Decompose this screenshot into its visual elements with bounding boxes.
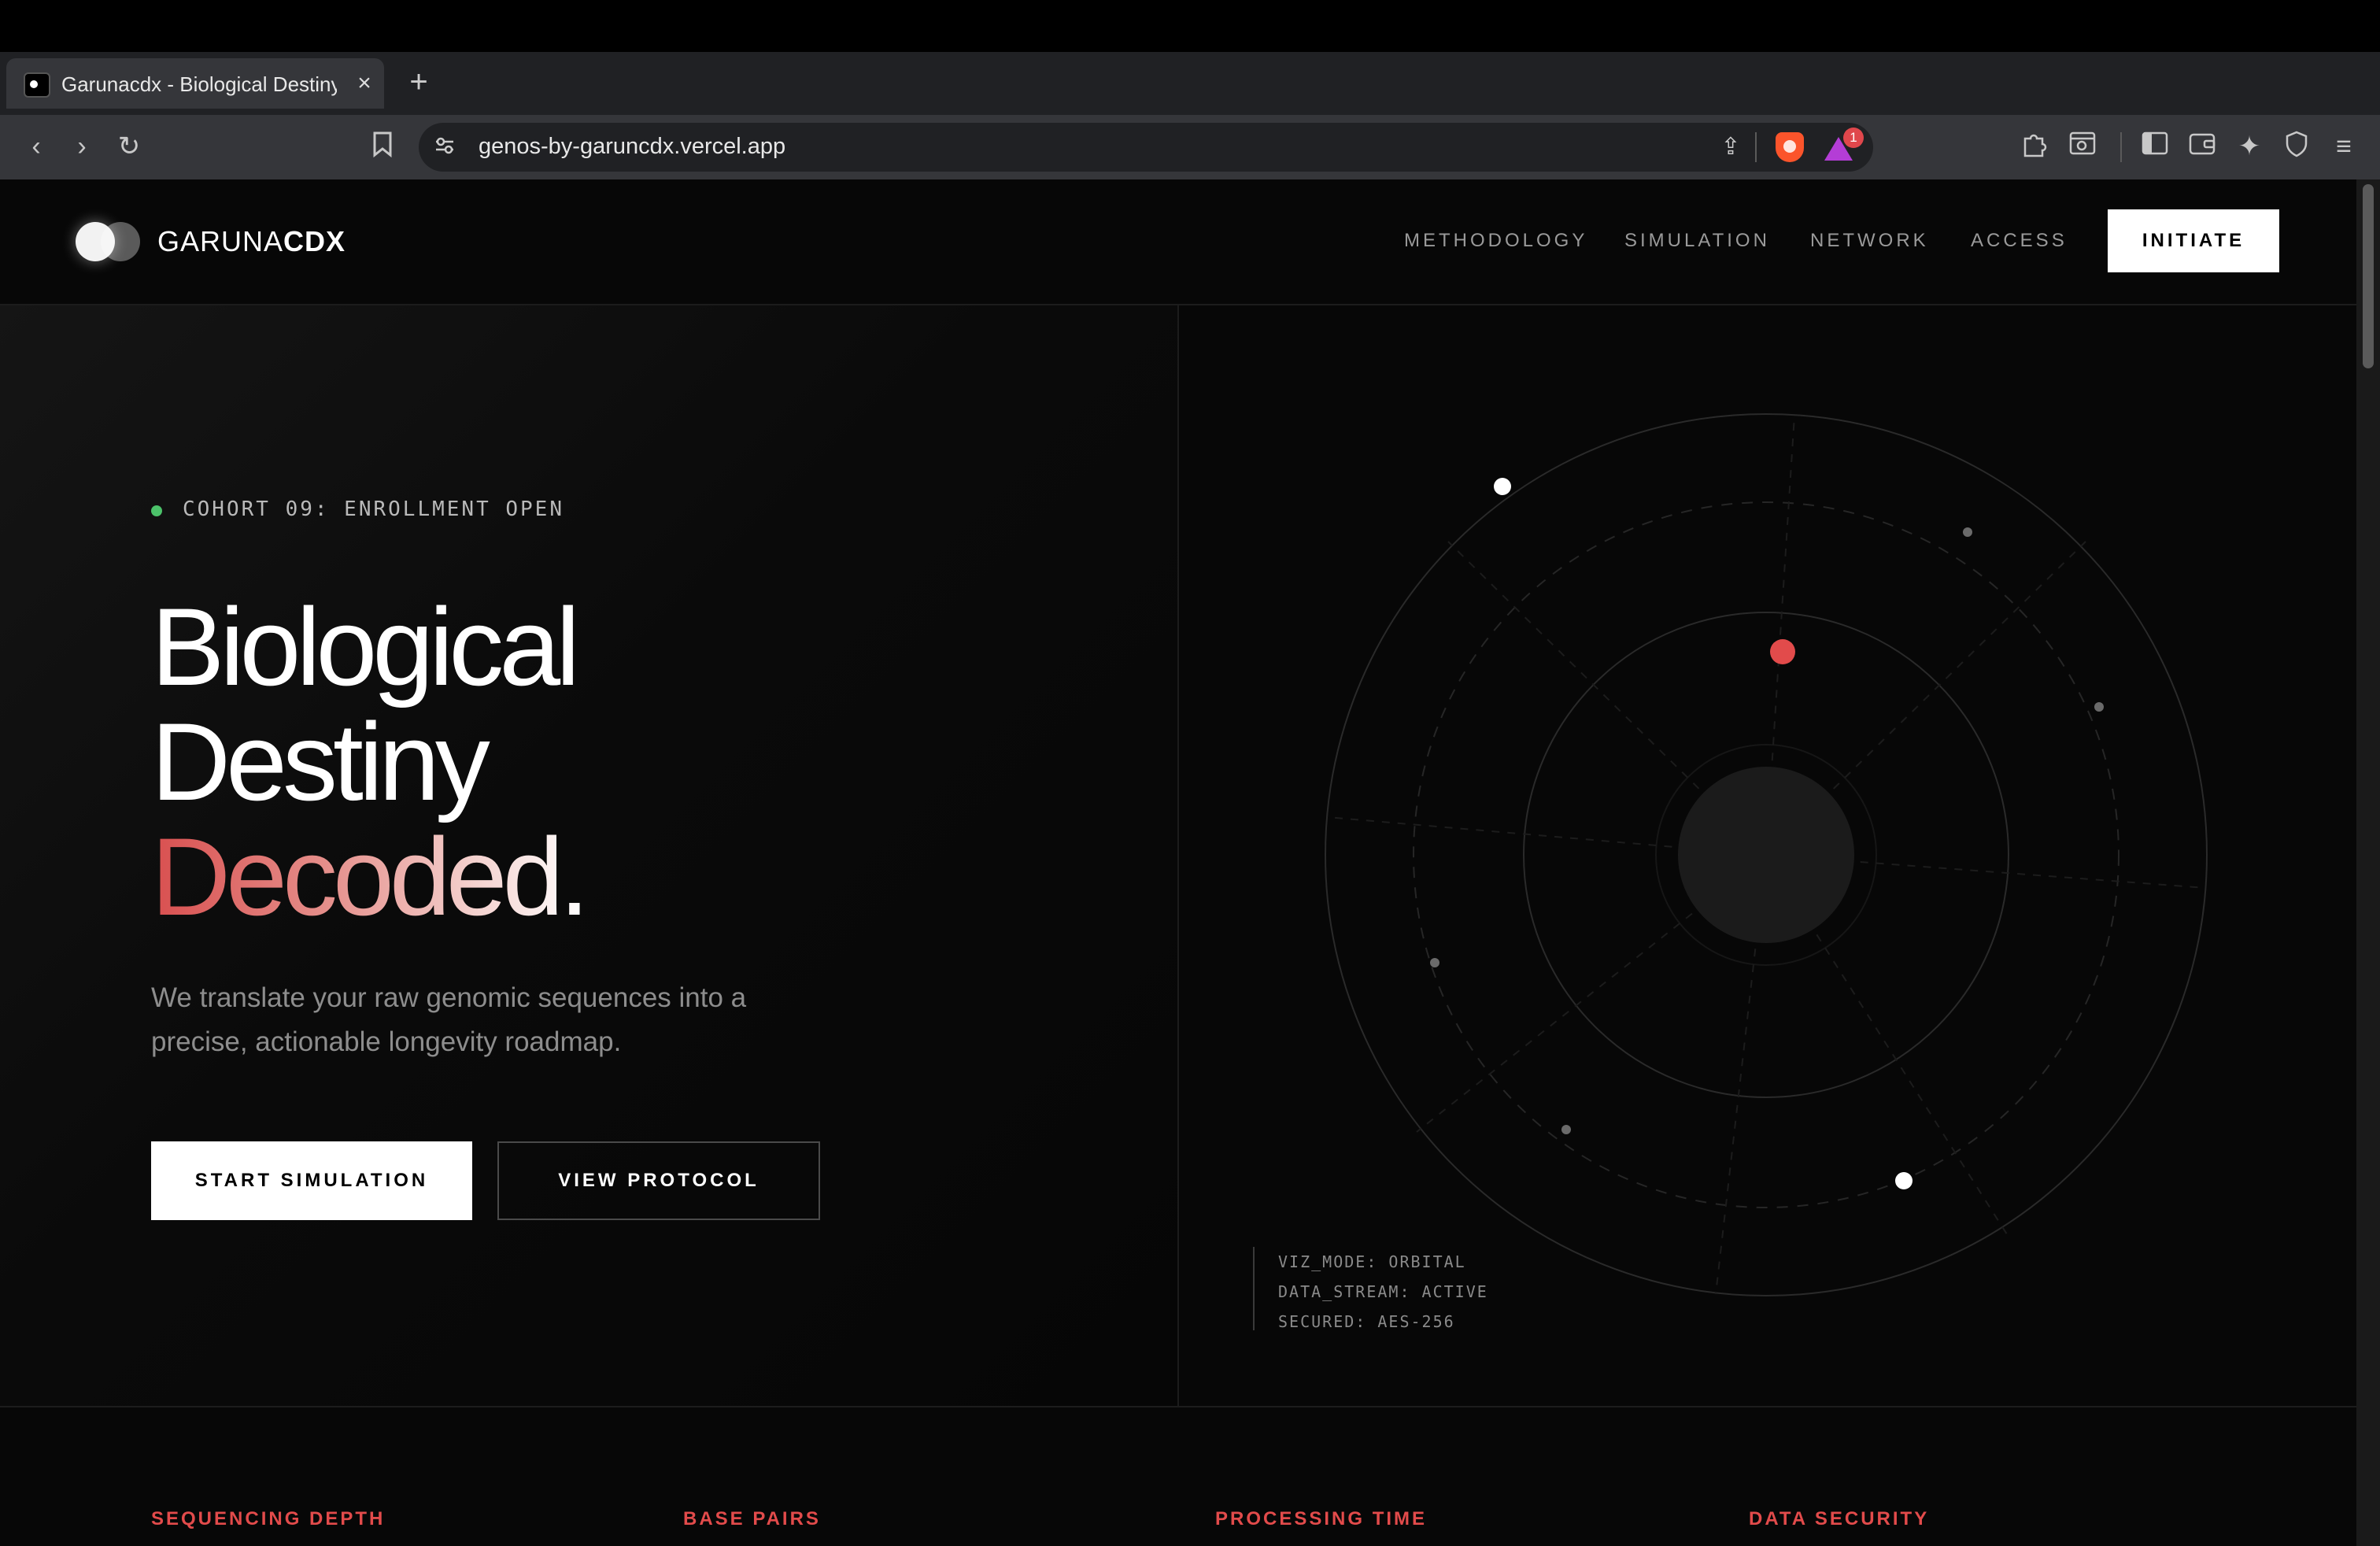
stat-label-sequencing-depth: SEQUENCING DEPTH [151,1508,386,1529]
satellite-node-grey-1 [1963,527,1972,537]
status-dot [151,505,162,516]
nav-link-simulation[interactable]: SIMULATION [1624,230,1770,252]
site-header: GARUNACDX METHODOLOGY SIMULATION NETWORK… [0,179,2356,305]
nav-link-access[interactable]: ACCESS [1971,230,2068,252]
viz-readout: VIZ_MODE: ORBITAL DATA_STREAM: ACTIVE SE… [1253,1247,1488,1331]
satellite-node-white-2 [1895,1172,1913,1189]
rewards-badge: 1 [1843,128,1864,148]
browser-toolbar: ‹ › ↻ genos-by-garuncdx.vercel.app ⇪ 1 ✦… [0,115,2380,179]
close-tab-icon[interactable]: × [353,69,376,98]
menu-icon[interactable]: ≡ [2328,131,2360,162]
omnibox-separator [1755,132,1757,162]
core-node [1678,767,1854,943]
logo-wordmark[interactable]: GARUNACDX [157,225,346,258]
site-favicon-icon [24,72,50,98]
nav-link-methodology[interactable]: METHODOLOGY [1404,230,1587,252]
stat-label-base-pairs: BASE PAIRS [683,1508,821,1529]
stat-label-processing-time: PROCESSING TIME [1215,1508,1428,1529]
readout-secured: SECURED: AES-256 [1278,1312,1455,1331]
scrollbar-thumb[interactable] [2363,184,2374,368]
start-simulation-button[interactable]: START SIMULATION [151,1141,472,1220]
toolbar-separator [2120,132,2122,162]
browser-tab-active[interactable]: Garunacdx - Biological Destiny × [6,58,384,109]
web-page: GARUNACDX METHODOLOGY SIMULATION NETWORK… [0,179,2356,1546]
hero-title-line-2: Destiny [151,700,490,823]
new-tab-icon[interactable]: + [405,65,433,99]
stat-label-data-security: DATA SECURITY [1749,1508,1930,1529]
forward-icon[interactable]: › [66,131,98,162]
satellite-node-red [1770,639,1795,664]
window-titlebar [0,0,2380,52]
hero-title-line-3: Decoded. [151,815,589,938]
url-text: genos-by-garuncdx.vercel.app [479,134,786,159]
sidebar-icon[interactable] [2139,131,2171,162]
vpn-shield-icon[interactable] [2281,131,2312,162]
brave-shields-icon[interactable] [1776,132,1804,162]
back-icon[interactable]: ‹ [20,131,52,162]
bookmark-icon[interactable] [367,131,398,162]
share-icon[interactable]: ⇪ [1716,132,1746,162]
page-scrollbar[interactable] [2356,179,2380,1546]
enrollment-status: COHORT 09: ENROLLMENT OPEN [183,497,564,521]
readout-data-stream: DATA_STREAM: ACTIVE [1278,1282,1488,1301]
satellite-node-white-1 [1494,478,1511,495]
reader-mode-icon[interactable] [2067,131,2098,162]
reload-icon[interactable]: ↻ [113,131,145,162]
tab-title: Garunacdx - Biological Destiny [61,72,337,96]
satellite-node-grey-3 [1430,958,1439,967]
satellite-node-grey-2 [2094,702,2104,712]
wallet-icon[interactable] [2186,131,2218,162]
hero-title-line-1: Biological [151,585,580,708]
logo-icon[interactable] [76,222,140,261]
tab-strip: Garunacdx - Biological Destiny × [0,52,2380,115]
satellite-node-grey-4 [1561,1125,1571,1134]
hero-divider [1177,305,1179,1406]
extensions-icon[interactable] [2018,131,2049,162]
nav-link-network[interactable]: NETWORK [1810,230,1929,252]
readout-viz-mode: VIZ_MODE: ORBITAL [1278,1252,1466,1271]
orbital-visualization [1325,413,2208,1296]
address-bar[interactable]: genos-by-garuncdx.vercel.app ⇪ 1 [419,123,1873,172]
view-protocol-button[interactable]: VIEW PROTOCOL [497,1141,820,1220]
section-divider [0,1406,2356,1407]
initiate-button[interactable]: INITIATE [2108,209,2279,272]
leo-ai-icon[interactable]: ✦ [2234,131,2265,162]
site-settings-icon[interactable] [430,132,460,162]
hero-description: We translate your raw genomic sequences … [151,982,747,1057]
